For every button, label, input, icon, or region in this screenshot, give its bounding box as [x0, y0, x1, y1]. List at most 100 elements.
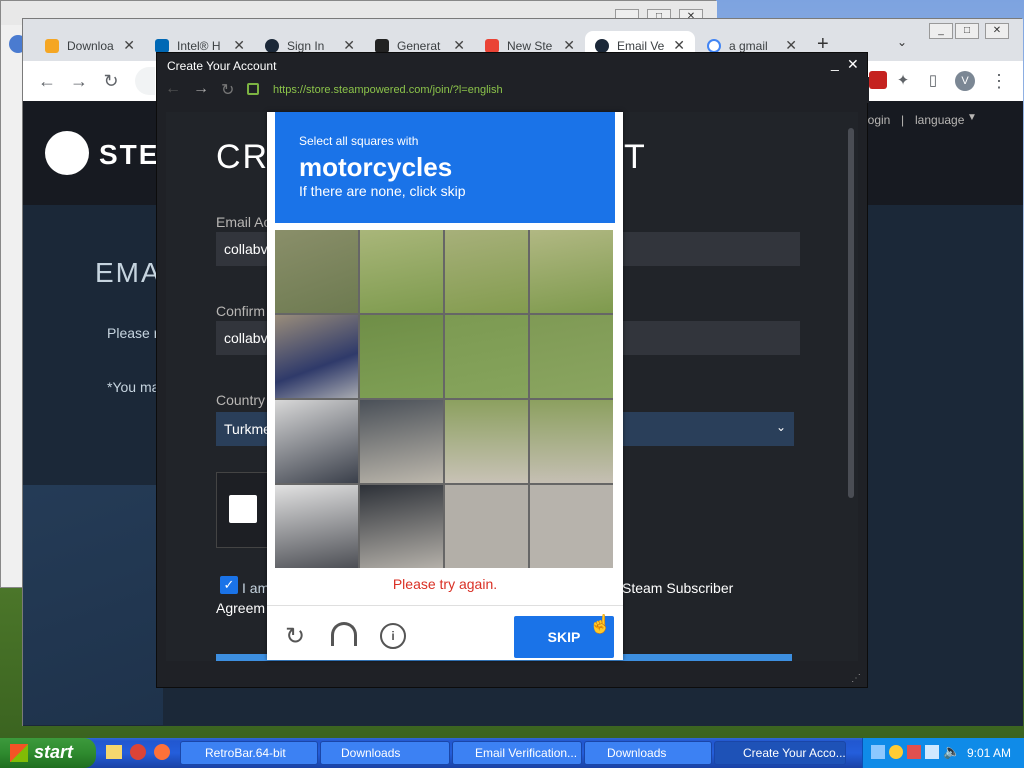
tab-downloads[interactable]: Downloa ✕	[35, 31, 145, 61]
extensions-puzzle-icon[interactable]: ✦	[891, 69, 915, 93]
chrome-icon[interactable]	[130, 744, 146, 760]
captcha-instruction: Select all squares with	[299, 134, 419, 148]
captcha-target: motorcycles	[299, 152, 453, 182]
captcha-tile[interactable]	[530, 230, 613, 313]
note-text: *You ma	[107, 379, 160, 395]
scrollbar[interactable]	[848, 128, 854, 498]
tab-label: a gmail	[729, 39, 768, 53]
form-heading-right: T	[624, 138, 645, 176]
task-email-verification[interactable]: Email Verification...	[452, 741, 582, 765]
captcha-image-grid	[275, 230, 613, 568]
agreement-link[interactable]: Agreem	[216, 600, 265, 616]
agree-text: I am	[242, 580, 270, 596]
resize-grip-icon[interactable]: ⋰	[851, 673, 861, 684]
captcha-tile[interactable]	[360, 315, 443, 398]
recaptcha-checkbox[interactable]	[229, 495, 257, 523]
captcha-tile[interactable]	[530, 315, 613, 398]
popup-url: https://store.steampowered.com/join/?l=e…	[273, 84, 503, 96]
tab-close-icon[interactable]: ✕	[123, 37, 135, 54]
steam-favicon-icon	[595, 39, 609, 53]
captcha-header: Select all squares with motorcycles If t…	[275, 112, 615, 223]
audio-challenge-icon[interactable]	[331, 622, 357, 646]
decorative-artwork	[23, 485, 163, 725]
captcha-tile[interactable]	[530, 485, 613, 568]
firefox-icon[interactable]	[154, 744, 170, 760]
language-dropdown[interactable]: language	[915, 113, 964, 127]
email-label: Email Ac	[216, 214, 271, 230]
menu-dots-icon[interactable]: ⋮	[987, 69, 1011, 93]
captcha-hint: If there are none, click skip	[299, 183, 466, 199]
address-bar[interactable]	[135, 67, 155, 95]
tab-label: Email Ve	[617, 39, 665, 53]
security-icon[interactable]	[907, 745, 921, 759]
caret-down-icon: ▼	[967, 112, 977, 123]
maximize-icon[interactable]: □	[955, 23, 979, 39]
sidepanel-icon[interactable]: ▯	[921, 69, 945, 93]
captcha-tile[interactable]	[360, 400, 443, 483]
captcha-tile[interactable]	[360, 230, 443, 313]
agree-checkbox[interactable]: ✓	[220, 576, 238, 594]
popup-title: Create Your Account	[167, 59, 277, 73]
task-retrobar[interactable]: RetroBar.64-bit	[180, 741, 318, 765]
captcha-tile[interactable]	[275, 400, 358, 483]
back-arrow-icon[interactable]: ←	[165, 80, 181, 98]
captcha-divider	[267, 605, 623, 606]
popup-titlebar: Create Your Account _ ✕	[157, 53, 869, 77]
please-text: Please r	[107, 325, 159, 341]
system-tray: 🔈 9:01 AM	[862, 738, 1024, 768]
profile-avatar[interactable]: V	[955, 71, 975, 91]
start-button[interactable]: start	[0, 738, 96, 768]
gmail-favicon-icon	[485, 39, 499, 53]
downloads-favicon-icon	[45, 39, 59, 53]
reload-icon[interactable]: ↻	[99, 69, 123, 93]
captcha-challenge: Select all squares with motorcycles If t…	[267, 112, 623, 660]
tab-label: Generat	[397, 39, 441, 53]
generator-favicon-icon	[375, 39, 389, 53]
reload-challenge-icon[interactable]: ↻	[285, 622, 305, 651]
extension-badge-icon[interactable]	[869, 71, 887, 89]
display-icon[interactable]	[925, 745, 939, 759]
intel-favicon-icon	[155, 39, 169, 53]
volume-icon[interactable]: 🔈	[943, 743, 960, 760]
task-create-account[interactable]: Create Your Acco...	[714, 741, 846, 765]
folder-icon[interactable]	[106, 745, 122, 759]
info-icon[interactable]: i	[380, 623, 406, 649]
network-icon[interactable]	[871, 745, 885, 759]
search-icon[interactable]	[889, 745, 903, 759]
captcha-tile[interactable]	[275, 485, 358, 568]
forward-arrow-icon[interactable]: →	[67, 69, 91, 93]
captcha-tile[interactable]	[275, 230, 358, 313]
captcha-tile[interactable]	[445, 485, 528, 568]
popup-navbar: ← → ↻ https://store.steampowered.com/joi…	[157, 77, 869, 103]
reload-icon[interactable]: ↻	[221, 80, 234, 100]
hand-cursor-icon: ☝	[589, 614, 612, 634]
login-link[interactable]: login	[865, 113, 890, 127]
page-heading: EMA	[95, 257, 162, 288]
start-label: start	[34, 742, 74, 762]
captcha-tile[interactable]	[445, 400, 528, 483]
captcha-tile[interactable]	[445, 230, 528, 313]
back-arrow-icon[interactable]: ←	[35, 69, 59, 93]
steam-logo-icon[interactable]	[45, 131, 89, 175]
task-downloads[interactable]: Downloads	[320, 741, 450, 765]
confirm-email-label: Confirm	[216, 303, 266, 319]
captcha-tile[interactable]	[530, 400, 613, 483]
minimize-icon[interactable]: _	[831, 55, 839, 71]
close-icon[interactable]: ✕	[847, 56, 859, 73]
tab-label: New Ste	[507, 39, 553, 53]
captcha-tile[interactable]	[360, 485, 443, 568]
forward-arrow-icon[interactable]: →	[193, 80, 209, 98]
minimize-icon[interactable]: _	[929, 23, 953, 39]
chevron-down-icon: ⌄	[776, 420, 787, 434]
captcha-tile[interactable]	[445, 315, 528, 398]
close-icon[interactable]: ✕	[985, 23, 1009, 39]
windows-logo-icon	[10, 744, 28, 762]
steam-favicon-icon	[265, 39, 279, 53]
country-label: Country	[216, 392, 266, 408]
task-downloads-2[interactable]: Downloads	[584, 741, 712, 765]
subscriber-agreement-link[interactable]: Steam Subscriber	[622, 580, 733, 596]
clock[interactable]: 9:01 AM	[967, 746, 1011, 760]
tab-search-icon[interactable]: ⌄	[897, 35, 907, 49]
captcha-tile[interactable]	[275, 315, 358, 398]
lock-icon	[247, 83, 259, 95]
